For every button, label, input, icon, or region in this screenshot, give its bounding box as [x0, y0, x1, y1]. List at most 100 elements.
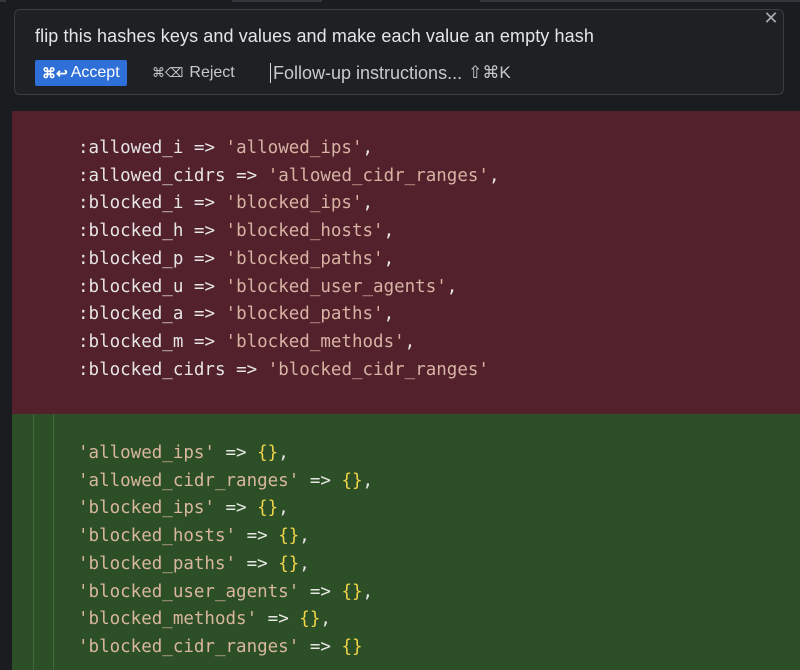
code-value: 'blocked_cidr_ranges' [267, 359, 489, 380]
code-value: 'blocked_methods' [225, 331, 405, 352]
code-value: {} [257, 498, 279, 519]
code-trailing-comma: , [278, 498, 289, 519]
code-line: :allowed_cidrs => 'allowed_cidr_ranges', [78, 166, 500, 186]
code-trailing-comma: , [299, 553, 310, 574]
code-arrow: => [193, 304, 215, 325]
code-trailing-comma: , [488, 165, 500, 186]
code-key: :blocked_u [78, 276, 184, 297]
code-arrow: => [193, 331, 215, 352]
code-trailing-comma: , [383, 304, 395, 325]
code-value: {} [341, 581, 363, 602]
reject-shortcut: ⌘⌫ [152, 65, 184, 80]
code-value: 'blocked_paths' [225, 304, 384, 325]
followup-shortcut: ⇧⌘K [468, 63, 511, 82]
prompt-text: flip this hashes keys and values and mak… [35, 26, 594, 46]
code-key: 'blocked_user_agents' [78, 581, 300, 602]
code-trailing-comma: , [278, 443, 289, 463]
code-arrow: => [225, 498, 247, 519]
code-line: :blocked_cidrs => 'blocked_cidr_ranges' [78, 360, 489, 380]
inline-prompt-panel: flip this hashes keys and values and mak… [14, 8, 784, 95]
code-key: 'blocked_cidr_ranges' [78, 636, 300, 657]
code-value: {} [341, 470, 363, 491]
code-value: 'blocked_user_agents' [225, 276, 447, 297]
code-value: 'blocked_ips' [225, 193, 363, 214]
tab-edge [480, 0, 800, 2]
code-key: :blocked_p [78, 248, 184, 269]
code-arrow: => [193, 276, 215, 297]
code-line: 'allowed_ips' => {}, [78, 443, 289, 463]
code-key: 'blocked_paths' [78, 553, 237, 574]
code-arrow: => [193, 138, 215, 158]
diff-added-block: 'allowed_ips' => {},'allowed_cidr_ranges… [12, 414, 800, 670]
code-value: 'allowed_ips' [225, 138, 363, 158]
code-value: {} [278, 553, 300, 574]
code-arrow: => [193, 221, 215, 242]
reject-button[interactable]: ⌘⌫ Reject [152, 60, 235, 86]
code-key: 'blocked_methods' [78, 609, 258, 630]
code-trailing-comma: , [404, 331, 416, 352]
top-strip [0, 0, 800, 8]
code-line: 'blocked_user_agents' => {}, [78, 582, 373, 602]
code-trailing-comma: , [362, 581, 374, 602]
code-key: :blocked_a [78, 304, 184, 325]
code-arrow: => [309, 470, 331, 491]
code-line: :blocked_m => 'blocked_methods', [78, 332, 415, 352]
code-key: :blocked_h [78, 221, 184, 242]
code-line: :blocked_u => 'blocked_user_agents', [78, 277, 457, 297]
code-line: :blocked_p => 'blocked_paths', [78, 249, 394, 269]
code-arrow: => [236, 359, 258, 380]
code-line: 'blocked_methods' => {}, [78, 609, 331, 629]
diff-deleted-block: :allowed_i => 'allowed_ips', :allowed_cid… [12, 111, 800, 414]
code-value: {} [278, 526, 300, 547]
code-key: :allowed_cidrs [78, 165, 226, 186]
accept-label: Accept [70, 64, 120, 81]
code-key: 'allowed_ips' [78, 443, 215, 463]
code-arrow: => [225, 443, 247, 463]
code-line: 'blocked_paths' => {}, [78, 554, 310, 574]
code-arrow: => [309, 636, 331, 657]
code-value: {} [299, 609, 321, 630]
tab-edge [0, 0, 6, 2]
code-line: 'allowed_cidr_ranges' => {}, [78, 471, 373, 491]
code-line: 'blocked_ips' => {}, [78, 498, 289, 518]
code-trailing-comma: , [383, 248, 395, 269]
followup-placeholder: Follow-up instructions... [273, 63, 463, 83]
code-value: 'blocked_hosts' [225, 221, 384, 242]
code-line: :blocked_h => 'blocked_hosts', [78, 221, 394, 241]
code-key: :blocked_m [78, 331, 184, 352]
code-arrow: => [236, 165, 258, 186]
accept-button[interactable]: ⌘↩ Accept [35, 60, 127, 86]
code-arrow: => [246, 553, 268, 574]
code-key: 'blocked_ips' [78, 498, 215, 519]
code-key: 'blocked_hosts' [78, 526, 237, 547]
code-arrow: => [246, 526, 268, 547]
close-icon[interactable]: ✕ [761, 8, 781, 28]
code-key: 'allowed_cidr_ranges' [78, 470, 300, 491]
code-trailing-comma: , [362, 470, 374, 491]
indent-guide [33, 414, 34, 670]
code-line: :blocked_a => 'blocked_paths', [78, 304, 394, 324]
code-arrow: => [193, 248, 215, 269]
code-line: :allowed_i => 'allowed_ips', [78, 138, 373, 158]
reject-label: Reject [189, 64, 235, 81]
code-trailing-comma: , [299, 526, 310, 547]
indent-guide [53, 414, 54, 670]
followup-input[interactable]: Follow-up instructions... ⇧⌘K [270, 60, 511, 86]
tab-edge [232, 0, 322, 2]
code-trailing-comma: , [320, 609, 331, 630]
code-arrow: => [309, 581, 331, 602]
code-line: 'blocked_hosts' => {}, [78, 526, 310, 546]
text-caret [270, 63, 271, 83]
code-value: 'allowed_cidr_ranges' [267, 165, 489, 186]
code-line: :blocked_i => 'blocked_ips', [78, 193, 373, 213]
code-trailing-comma: , [362, 193, 374, 214]
code-trailing-comma: , [446, 276, 458, 297]
code-value: 'blocked_paths' [225, 248, 384, 269]
code-value: {} [341, 636, 363, 657]
code-arrow: => [193, 193, 215, 214]
code-trailing-comma: , [383, 221, 395, 242]
code-trailing-comma: , [362, 138, 374, 158]
code-arrow: => [267, 609, 289, 630]
code-line: 'blocked_cidr_ranges' => {} [78, 637, 363, 657]
code-value: {} [257, 443, 279, 463]
